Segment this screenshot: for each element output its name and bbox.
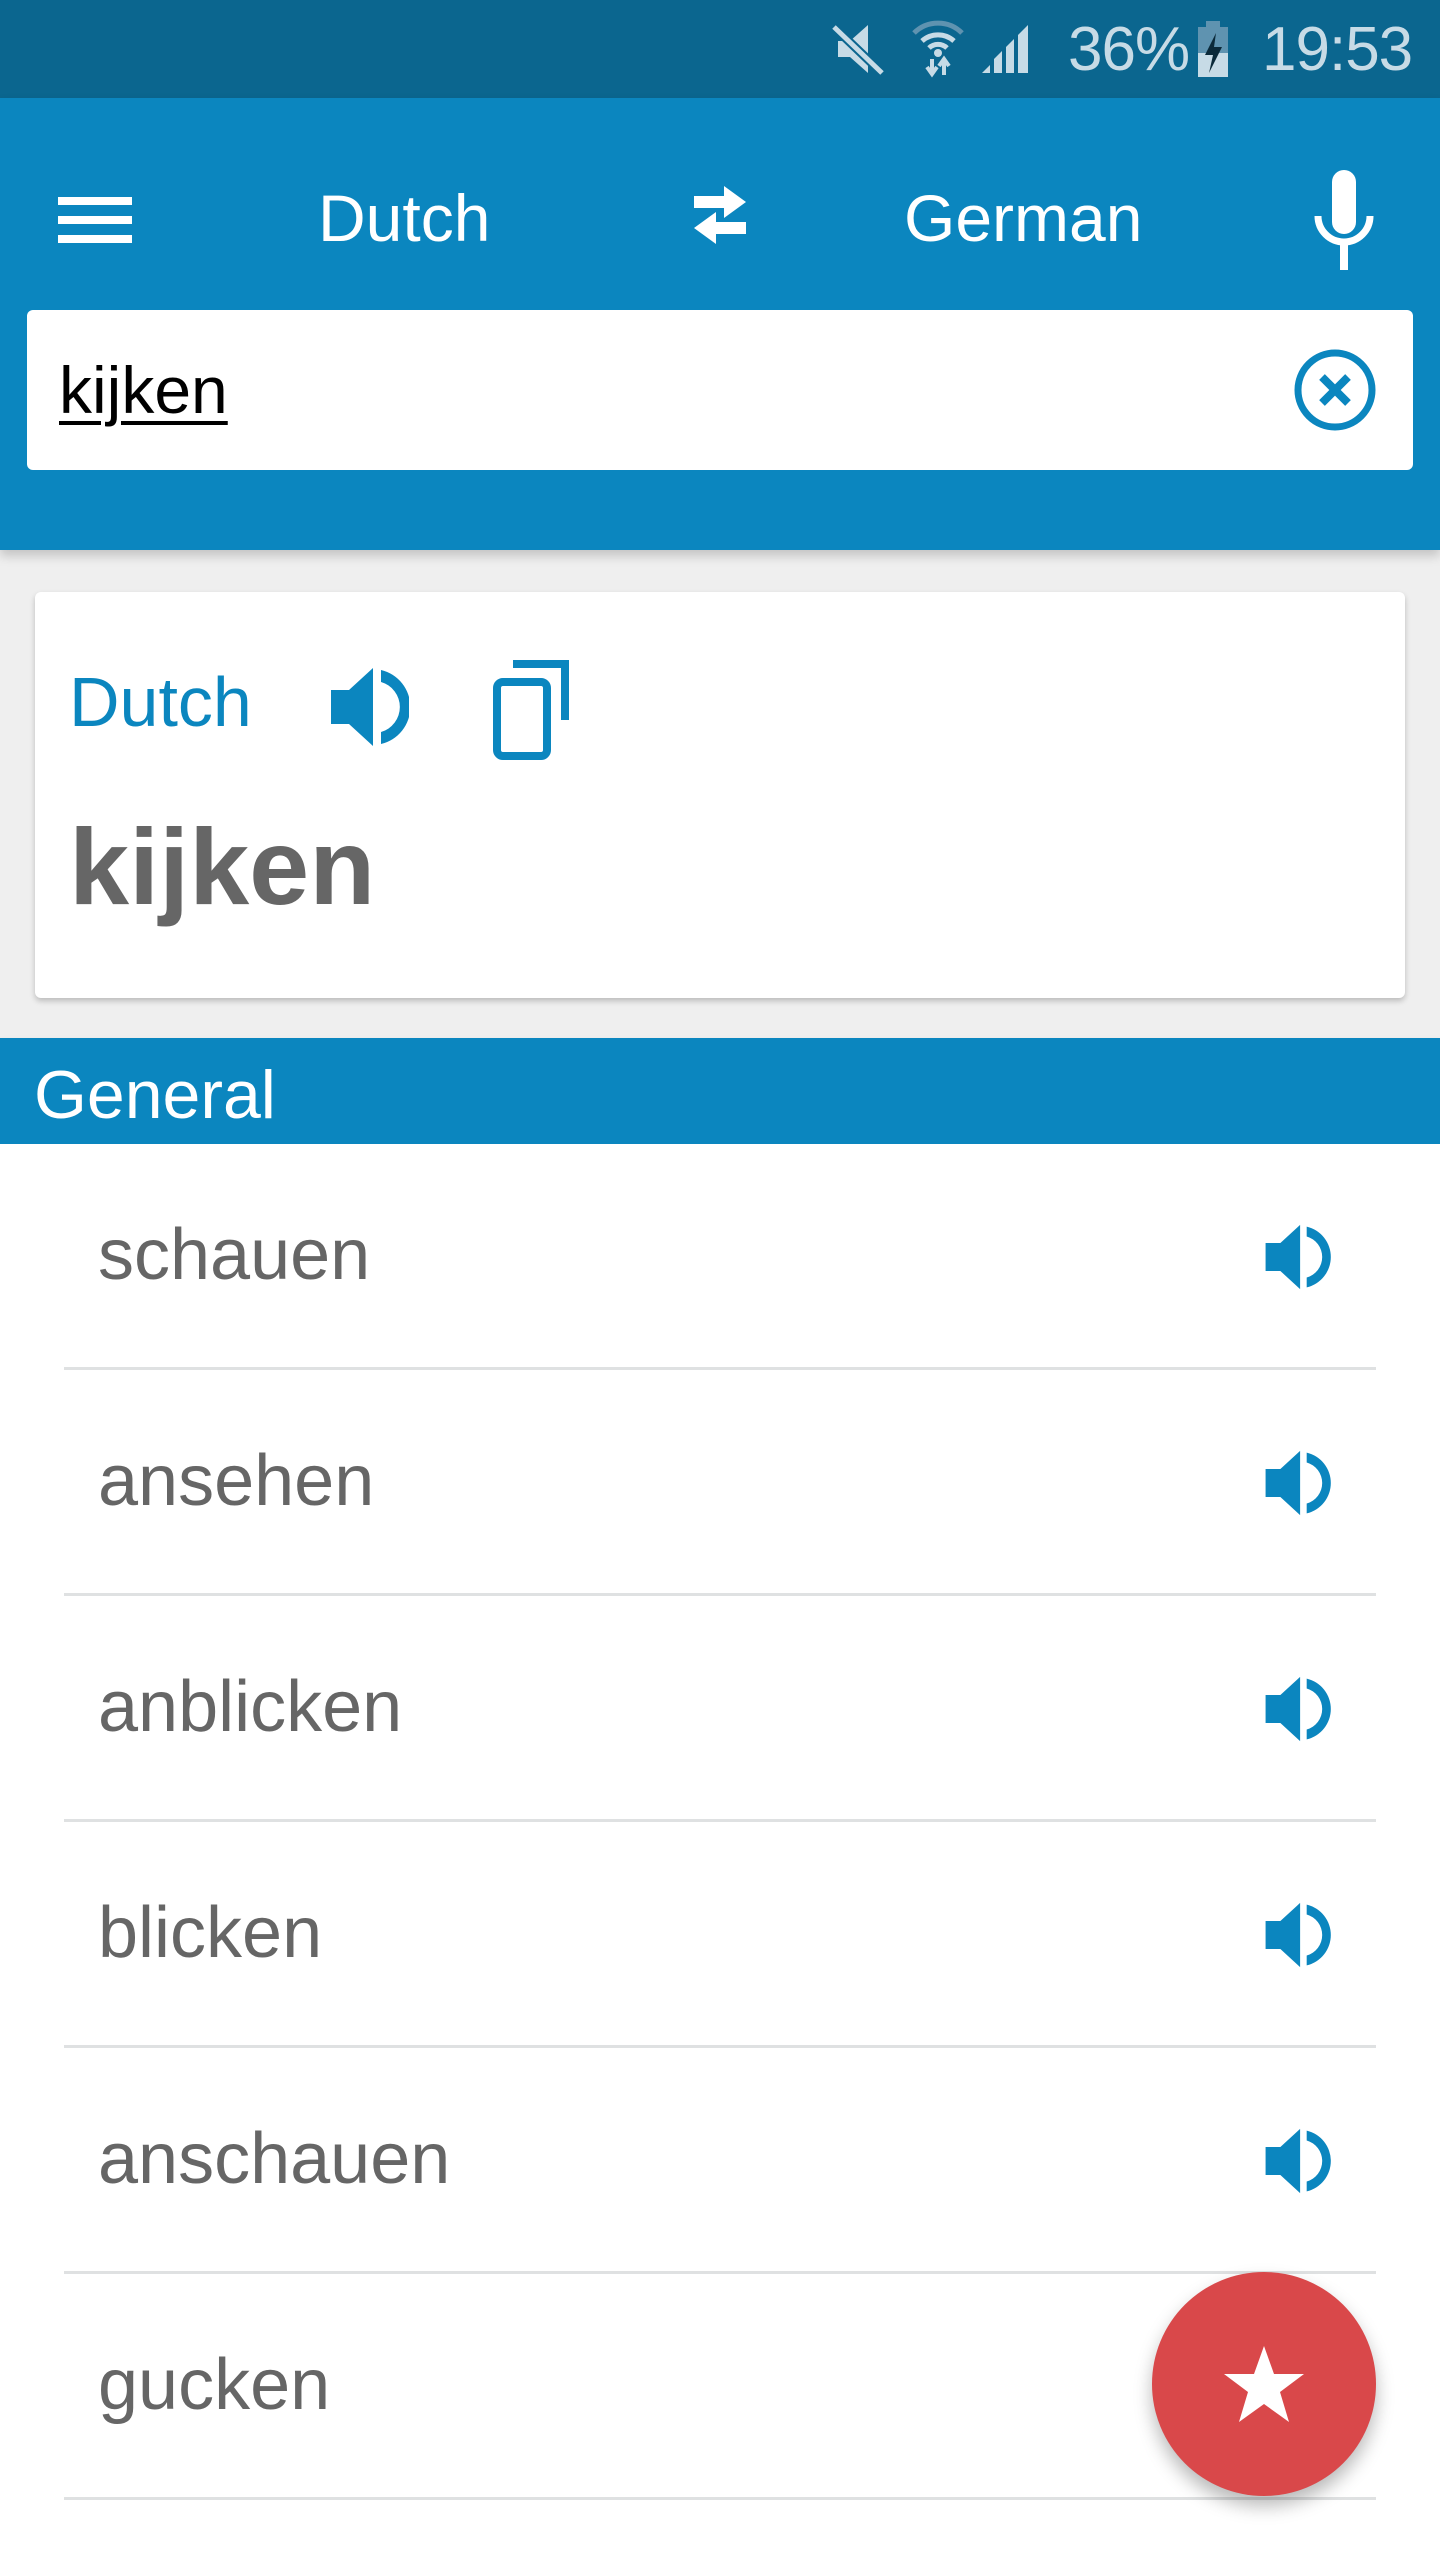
speaker-icon[interactable] [1256, 2124, 1336, 2198]
clock: 19:53 [1262, 14, 1413, 84]
wifi-icon [910, 0, 966, 98]
app-toolbar: Dutch German [0, 98, 1440, 550]
hamburger-menu-icon[interactable] [58, 180, 134, 260]
translation-word: blicken [98, 1893, 323, 1973]
battery-charging-icon [1196, 0, 1230, 98]
swap-arrows-icon[interactable] [680, 178, 760, 258]
mute-icon [828, 0, 888, 98]
list-item[interactable]: blicken [0, 1822, 1440, 2048]
translation-word: schauen [98, 1215, 371, 1295]
source-word-card: Dutch kijken [35, 592, 1405, 998]
clear-circle-icon[interactable] [1291, 346, 1379, 434]
favorite-fab-button[interactable] [1152, 2272, 1376, 2496]
star-icon [1224, 2346, 1304, 2422]
speaker-icon[interactable] [1256, 1898, 1336, 1972]
list-item[interactable]: anschauen [0, 2048, 1440, 2274]
speaker-icon[interactable] [327, 662, 411, 752]
signal-icon [978, 0, 1034, 98]
search-input[interactable] [59, 340, 1259, 440]
translation-word: anblicken [98, 1667, 403, 1747]
list-item[interactable]: schauen [0, 1144, 1440, 1370]
list-item[interactable]: anblicken [0, 1596, 1440, 1822]
speaker-icon[interactable] [1256, 1672, 1336, 1746]
search-box [27, 310, 1413, 470]
translation-word: anschauen [98, 2119, 451, 2199]
microphone-icon[interactable] [1304, 166, 1384, 276]
list-item[interactable]: ansehen [0, 1370, 1440, 1596]
status-bar: 36% 19:53 [0, 0, 1440, 98]
target-language-selector[interactable]: German [904, 168, 1142, 268]
source-language-label: Dutch [69, 663, 252, 741]
speaker-icon[interactable] [1256, 1220, 1336, 1294]
translation-word: gucken [98, 2345, 331, 2425]
translation-word: ansehen [98, 1441, 375, 1521]
section-title: General [34, 1057, 276, 1133]
source-word: kijken [69, 806, 376, 927]
speaker-icon[interactable] [1256, 1446, 1336, 1520]
section-header-general: General [0, 1038, 1440, 1144]
divider [64, 2497, 1376, 2500]
battery-percent: 36% [1068, 14, 1190, 84]
source-language-selector[interactable]: Dutch [318, 168, 490, 268]
copy-icon[interactable] [491, 658, 575, 760]
